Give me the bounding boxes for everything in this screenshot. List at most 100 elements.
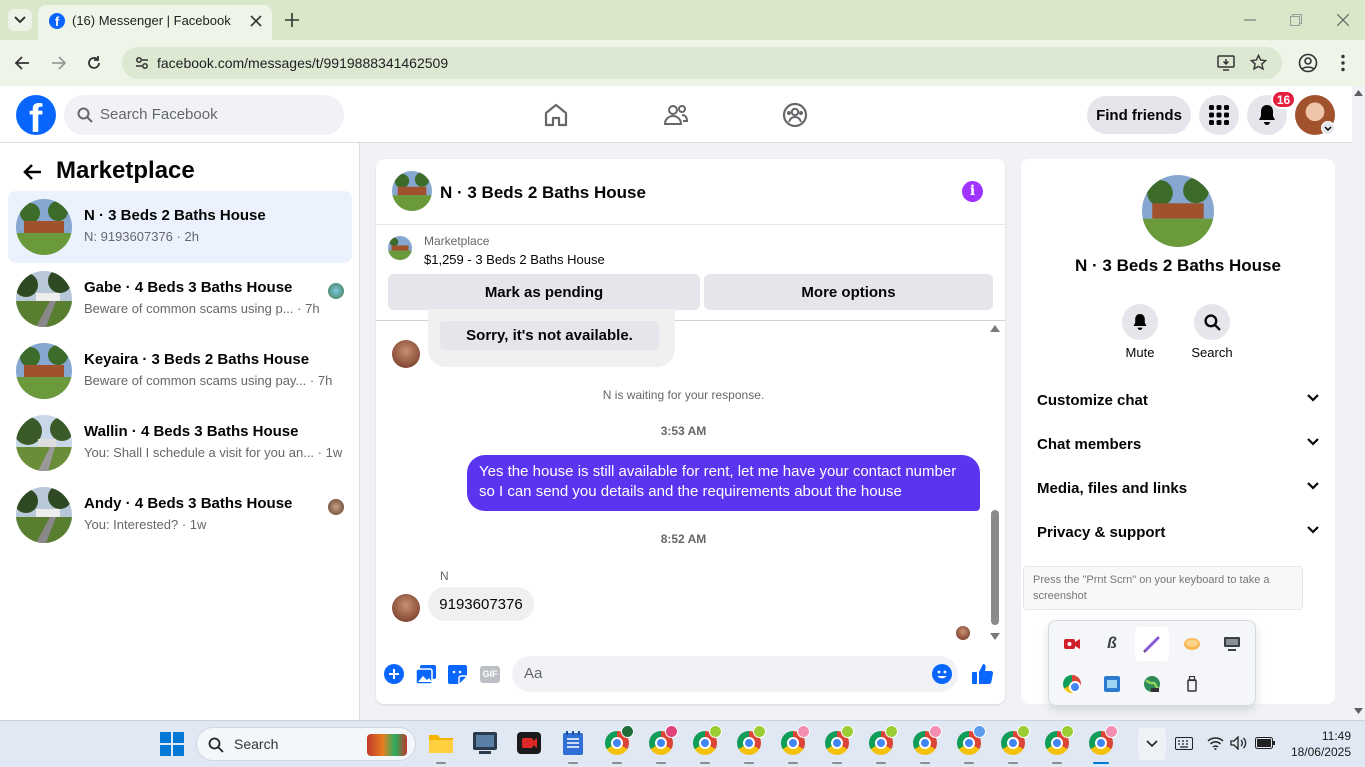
- chevron-down-icon: [14, 16, 26, 24]
- find-friends-button[interactable]: Find friends: [1087, 96, 1191, 134]
- search-in-chat-button[interactable]: [1194, 304, 1230, 340]
- profile-icon[interactable]: [1298, 53, 1318, 73]
- conversation-item[interactable]: Andy · 4 Beds 3 Baths House You: Interes…: [8, 479, 352, 551]
- emoji-icon[interactable]: [932, 664, 952, 684]
- menu-kebab-icon[interactable]: [1340, 54, 1346, 72]
- script-app-icon[interactable]: ß: [1101, 633, 1123, 655]
- network-globe-icon[interactable]: [1141, 673, 1163, 695]
- show-hidden-icons-button[interactable]: [1138, 728, 1166, 760]
- back-arrow-icon[interactable]: [22, 163, 42, 181]
- usb-drive-icon[interactable]: [1181, 673, 1203, 695]
- chrome-tray-icon[interactable]: [1061, 673, 1083, 695]
- forward-icon[interactable]: [51, 55, 67, 71]
- pen-app-icon[interactable]: [1135, 627, 1169, 661]
- battery-icon[interactable]: [1255, 737, 1275, 749]
- eraser-app-icon[interactable]: [1181, 633, 1203, 655]
- clock-time[interactable]: 11:49: [1285, 729, 1351, 743]
- minimize-icon[interactable]: [1244, 19, 1256, 21]
- facebook-logo[interactable]: f: [16, 95, 56, 135]
- new-tab-icon[interactable]: [285, 13, 299, 27]
- chat-title[interactable]: N · 3 Beds 2 Baths House: [440, 183, 646, 203]
- bookmark-star-icon[interactable]: [1250, 54, 1267, 71]
- profile-photo[interactable]: [1142, 175, 1214, 247]
- chrome-taskbar-icon[interactable]: [732, 725, 766, 764]
- photo-icon[interactable]: [416, 665, 436, 684]
- customize-chat-section[interactable]: Customize chat: [1037, 392, 1319, 409]
- privacy-support-section[interactable]: Privacy & support: [1037, 524, 1319, 541]
- close-tab-icon[interactable]: [250, 15, 262, 27]
- chrome-taskbar-icon[interactable]: [1084, 725, 1118, 764]
- notepad-icon[interactable]: [556, 726, 590, 764]
- sender-avatar[interactable]: [392, 594, 420, 622]
- taskbar-search[interactable]: Search: [196, 727, 416, 761]
- thumbs-up-icon[interactable]: [972, 663, 994, 685]
- friends-icon[interactable]: [663, 102, 689, 128]
- chrome-taskbar-icon[interactable]: [908, 725, 942, 764]
- app-terminal-icon[interactable]: [468, 726, 502, 760]
- chrome-taskbar-icon[interactable]: [1040, 725, 1074, 764]
- chat-members-section[interactable]: Chat members: [1037, 436, 1319, 453]
- browser-tab[interactable]: f (16) Messenger | Facebook: [38, 5, 272, 40]
- chrome-taskbar-icon[interactable]: [776, 725, 810, 764]
- groups-icon[interactable]: [782, 102, 808, 128]
- sender-avatar[interactable]: [392, 340, 420, 368]
- received-message[interactable]: 9193607376: [428, 587, 534, 621]
- clock-date[interactable]: 18/06/2025: [1285, 745, 1351, 759]
- account-chevron[interactable]: [1321, 121, 1335, 135]
- home-icon[interactable]: [543, 102, 569, 128]
- media-files-links-section[interactable]: Media, files and links: [1037, 480, 1319, 497]
- monitor-app-icon[interactable]: [1101, 673, 1123, 695]
- scroll-up-icon[interactable]: [1354, 90, 1363, 96]
- reload-icon[interactable]: [86, 55, 102, 71]
- more-options-button[interactable]: More options: [704, 274, 993, 310]
- wifi-icon[interactable]: [1207, 736, 1224, 750]
- screen-app-icon[interactable]: [1221, 633, 1243, 655]
- volume-icon[interactable]: [1230, 736, 1248, 750]
- gif-button[interactable]: GIF: [480, 666, 500, 683]
- restore-icon[interactable]: [1290, 14, 1302, 26]
- install-app-icon[interactable]: [1217, 55, 1235, 71]
- tab-search-button[interactable]: [8, 9, 32, 31]
- mute-button[interactable]: [1122, 304, 1158, 340]
- chrome-taskbar-icon[interactable]: [996, 725, 1030, 764]
- file-explorer-icon[interactable]: [424, 726, 458, 764]
- chrome-taskbar-icon[interactable]: [600, 725, 634, 764]
- chrome-taskbar-icon[interactable]: [644, 725, 678, 764]
- conversation-item[interactable]: Gabe · 4 Beds 3 Baths House Beware of co…: [8, 263, 352, 335]
- chat-scroll-up-icon[interactable]: [990, 325, 1000, 332]
- chrome-taskbar-icon[interactable]: [864, 725, 898, 764]
- page-scrollbar[interactable]: [1352, 86, 1365, 720]
- conversation-item[interactable]: Keyaira · 3 Beds 2 Baths House Beware of…: [8, 335, 352, 407]
- chrome-taskbar-icon[interactable]: [688, 725, 722, 764]
- record-app-icon[interactable]: [1061, 633, 1083, 655]
- chrome-taskbar-icon[interactable]: [820, 725, 854, 764]
- chat-scroll-down-icon[interactable]: [990, 633, 1000, 640]
- screen-recorder-icon[interactable]: [512, 726, 546, 760]
- chat-scroll-thumb[interactable]: [991, 510, 999, 625]
- sent-message[interactable]: Yes the house is still available for ren…: [467, 455, 980, 511]
- chevron-down-icon: [1307, 394, 1319, 402]
- close-window-icon[interactable]: [1337, 14, 1349, 26]
- conversation-item[interactable]: N · 3 Beds 2 Baths House N: 9193607376 ·…: [8, 191, 352, 263]
- back-icon[interactable]: [14, 55, 30, 71]
- site-info-icon[interactable]: [135, 56, 149, 70]
- conversation-preview: Beware of common scams using pay... · 7h: [84, 373, 333, 388]
- search-facebook-input[interactable]: Search Facebook: [64, 95, 344, 135]
- start-button[interactable]: [160, 732, 184, 756]
- conversation-info-button[interactable]: i: [962, 181, 983, 202]
- keyboard-icon[interactable]: [1175, 737, 1193, 750]
- menu-button[interactable]: [1199, 95, 1239, 135]
- add-attachment-icon[interactable]: [384, 664, 404, 684]
- received-bubble[interactable]: Sorry, it's not available.: [428, 309, 675, 367]
- contact-avatar: [328, 499, 344, 515]
- message-input[interactable]: Aa: [512, 656, 958, 692]
- scroll-down-icon[interactable]: [1354, 708, 1363, 714]
- sticker-icon[interactable]: [448, 665, 467, 684]
- listing-title[interactable]: $1,259 - 3 Beds 2 Baths House: [424, 252, 605, 267]
- listing-thumbnail[interactable]: [388, 236, 412, 260]
- chat-header-thumbnail[interactable]: [392, 171, 432, 211]
- address-bar[interactable]: facebook.com/messages/t/9919888341462509: [122, 47, 1282, 79]
- conversation-item[interactable]: Wallin · 4 Beds 3 Baths House You: Shall…: [8, 407, 352, 479]
- mark-as-pending-button[interactable]: Mark as pending: [388, 274, 700, 310]
- chrome-taskbar-icon[interactable]: [952, 725, 986, 764]
